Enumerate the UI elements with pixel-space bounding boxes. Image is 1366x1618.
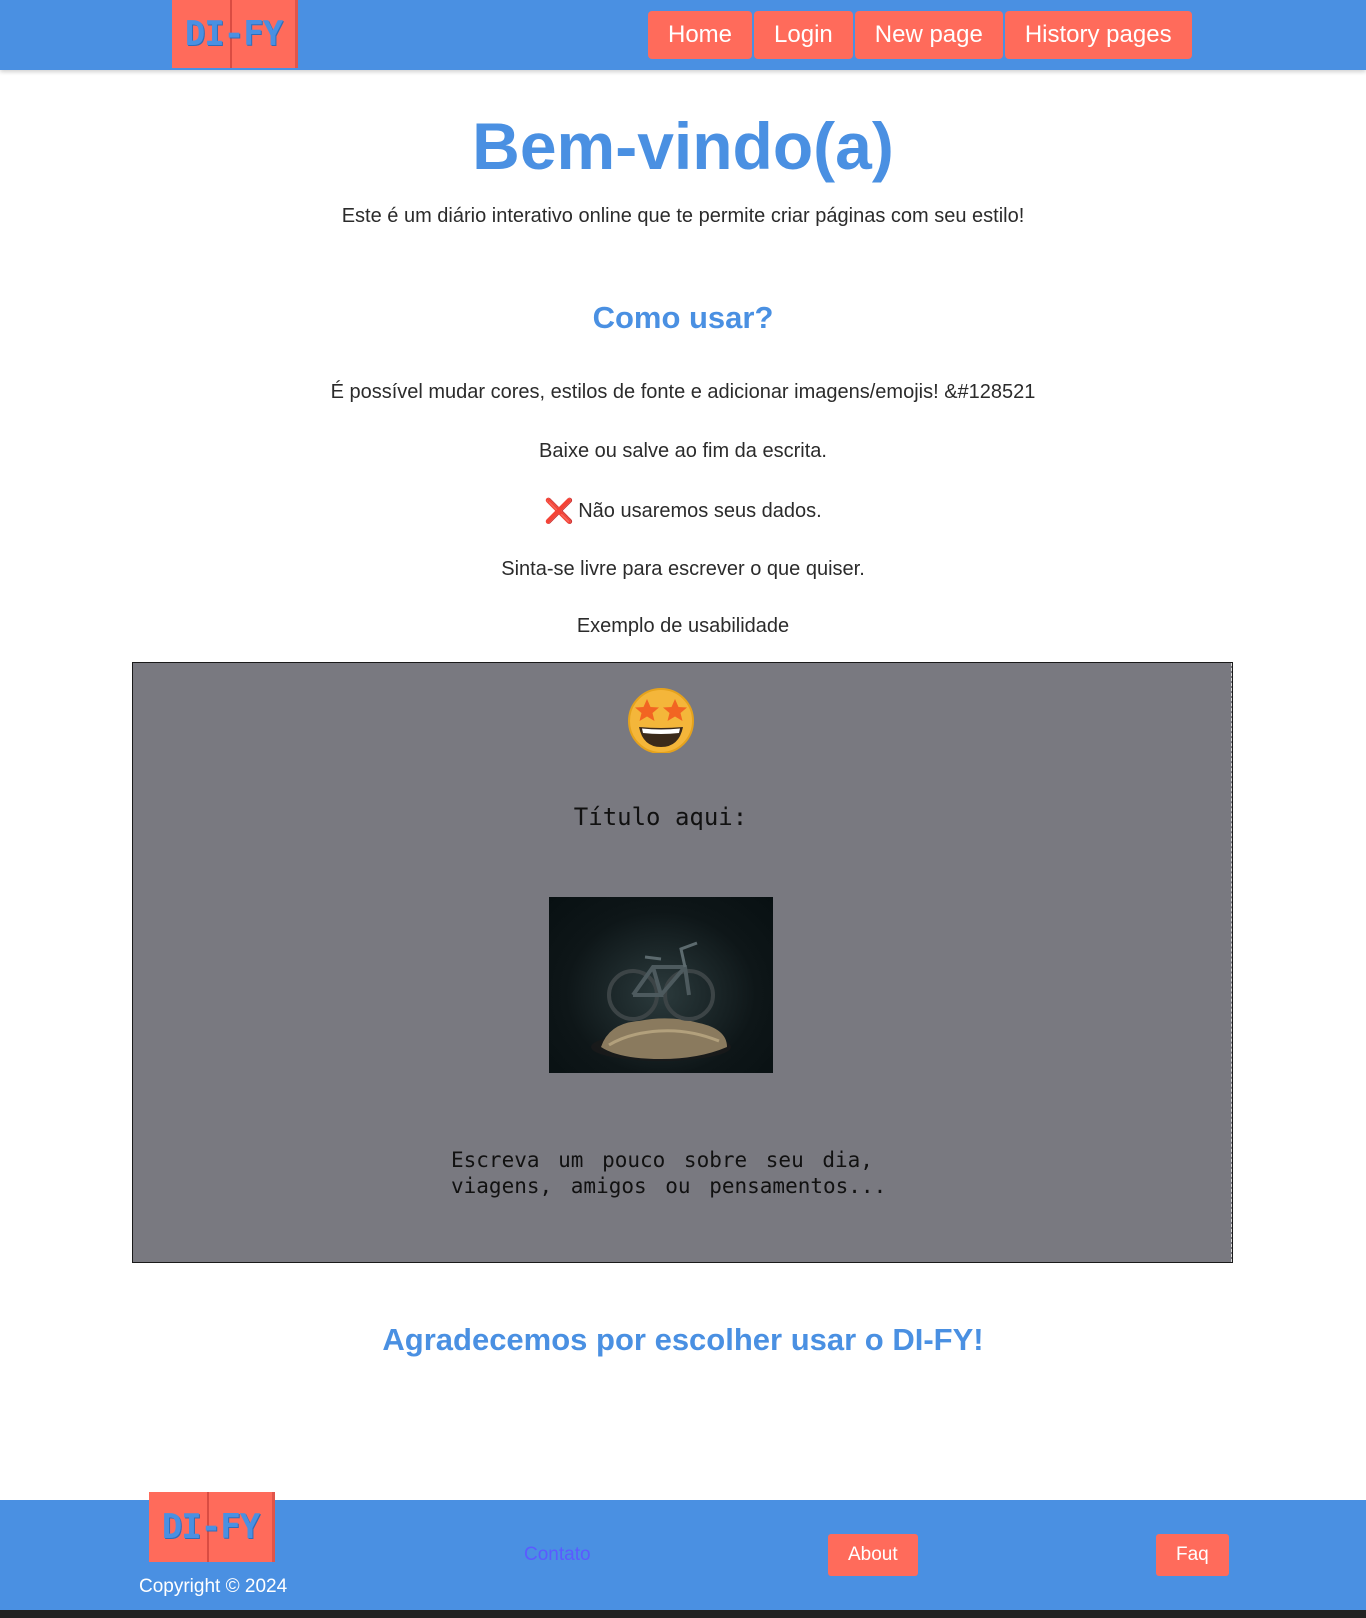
nav-history-pages-button[interactable]: History pages	[1004, 11, 1192, 59]
site-footer: DI-FY Copyright © 2024 Contato About Faq	[0, 1492, 1366, 1610]
footer-logo[interactable]: DI-FY	[149, 1492, 275, 1562]
thanks-heading: Agradecemos por escolher usar o DI-FY!	[382, 1322, 984, 1357]
bottom-bar	[0, 1610, 1366, 1618]
about-button[interactable]: About	[828, 1534, 918, 1576]
example-body-text: Escreva um pouco sobre seu dia, viagens,…	[451, 1148, 887, 1198]
info-paragraph-save: Baixe ou salve ao fim da escrita.	[539, 440, 827, 462]
example-title: Título aqui:	[573, 803, 748, 831]
nav-home-button[interactable]: Home	[648, 11, 753, 59]
faq-button[interactable]: Faq	[1156, 1534, 1229, 1576]
page-title: Bem-vindo(a)	[472, 109, 894, 183]
contact-link[interactable]: Contato	[524, 1544, 591, 1566]
copyright-text: Copyright © 2024	[139, 1576, 288, 1597]
bicycle-image	[549, 897, 773, 1073]
example-label: Exemplo de usabilidade	[576, 615, 790, 637]
nav-new-page-button[interactable]: New page	[854, 11, 1003, 59]
logo[interactable]: DI-FY	[172, 0, 298, 68]
star-struck-emoji-icon	[628, 688, 694, 753]
privacy-text: Não usaremos seus dados.	[578, 500, 822, 522]
info-paragraph-customize: É possível mudar cores, estilos de fonte…	[330, 381, 1036, 403]
logo-text: DI-FY	[184, 14, 283, 54]
page-subtitle: Este é um diário interativo online que t…	[341, 205, 1025, 227]
main-nav: Home Login New page History pages	[648, 11, 1192, 59]
example-border-dash	[1231, 663, 1232, 1262]
bicycle-icon	[591, 941, 731, 1061]
cross-mark-icon: ❌	[544, 498, 575, 525]
example-diary-page: Título aqui: Escreva um pouco sobre seu …	[132, 662, 1233, 1263]
info-paragraph-free: Sinta-se livre para escrever o que quise…	[501, 558, 865, 580]
footer-logo-text: DI-FY	[161, 1507, 260, 1547]
how-to-use-heading: Como usar?	[592, 300, 774, 335]
site-header: DI-FY Home Login New page History pages	[0, 0, 1366, 70]
nav-login-button[interactable]: Login	[754, 11, 853, 59]
info-paragraph-privacy: ❌ Não usaremos seus dados.	[0, 497, 1366, 526]
